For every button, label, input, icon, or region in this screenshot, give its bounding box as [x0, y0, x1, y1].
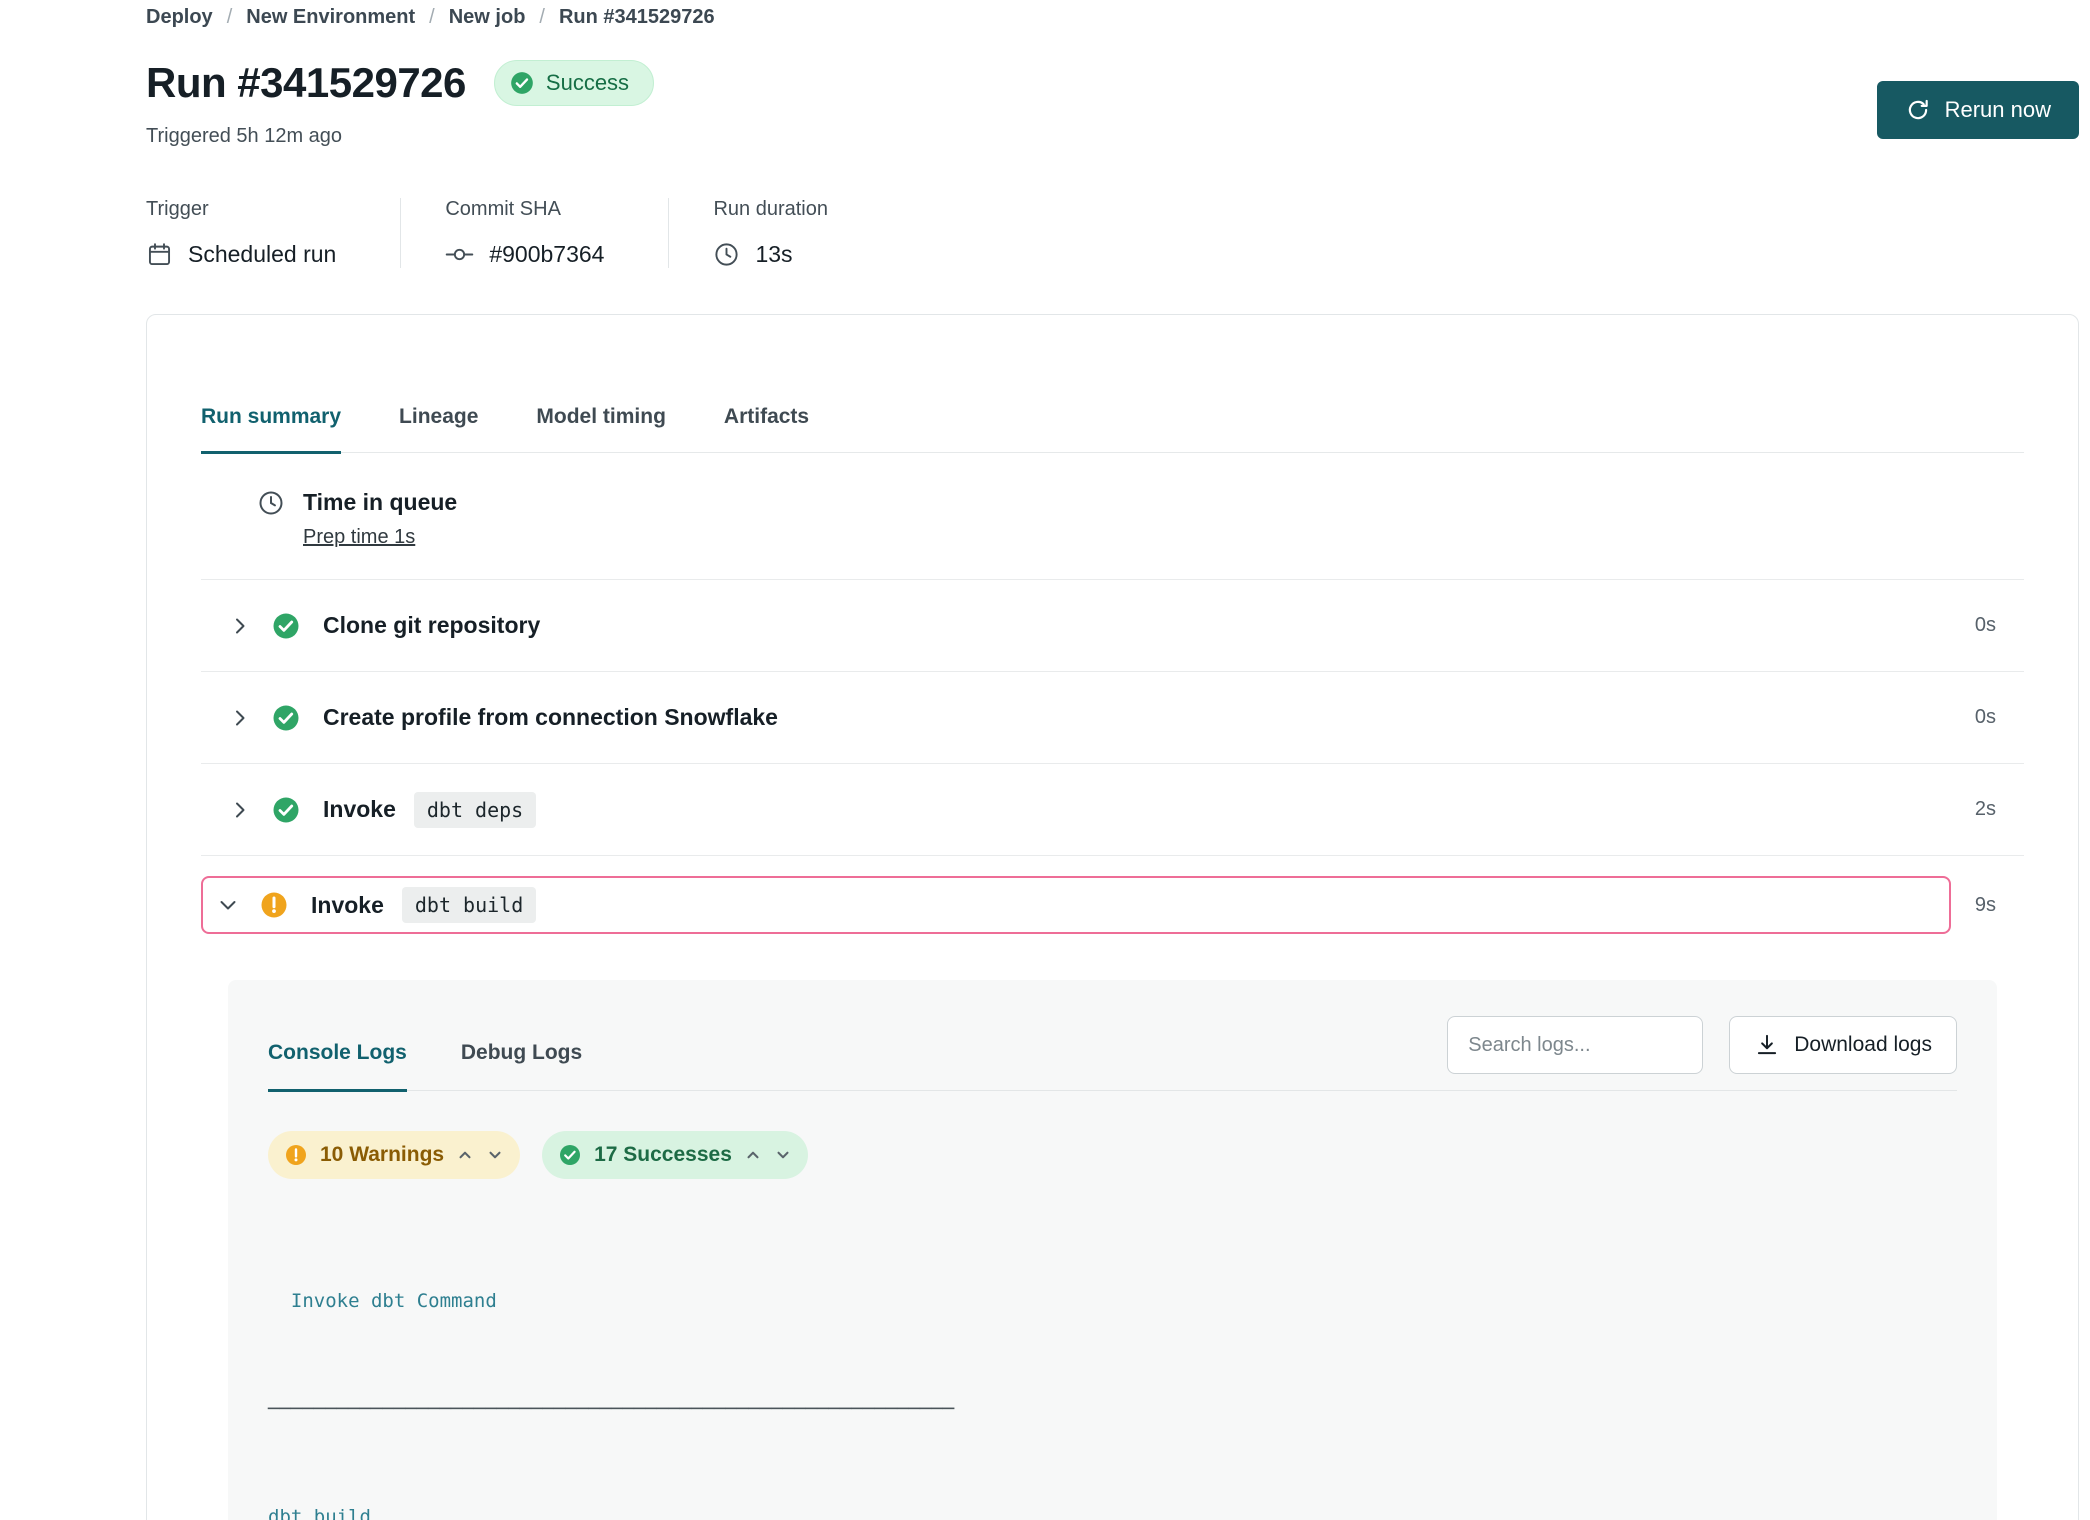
- refresh-icon: [1905, 97, 1931, 123]
- step-code-chip: dbt build: [402, 887, 536, 923]
- breadcrumb: Deploy / New Environment / New job / Run…: [146, 6, 2079, 29]
- warning-circle-icon: [284, 1143, 308, 1167]
- step-row-clone-git[interactable]: Clone git repository 0s: [201, 580, 2024, 672]
- breadcrumb-item-deploy[interactable]: Deploy: [146, 6, 213, 29]
- chevron-down-icon[interactable]: [486, 1146, 504, 1164]
- run-detail-page: Deploy / New Environment / New job / Run…: [0, 0, 2090, 1520]
- step-duration: 0s: [1975, 706, 2024, 729]
- meta-commit-value: #900b7364: [489, 241, 604, 268]
- step-label: Clone git repository: [323, 612, 540, 639]
- queue-title: Time in queue: [303, 489, 457, 516]
- rerun-button[interactable]: Rerun now: [1877, 81, 2079, 139]
- warnings-badge[interactable]: 10 Warnings: [268, 1131, 520, 1179]
- check-circle-icon: [271, 611, 301, 641]
- log-filter-pills: 10 Warnings 17 Successes: [268, 1131, 1957, 1179]
- breadcrumb-separator: /: [429, 6, 435, 29]
- status-badge: Success: [494, 60, 654, 106]
- step-duration: 0s: [1975, 614, 2024, 637]
- log-panel: Console Logs Debug Logs Download logs: [228, 980, 1997, 1520]
- breadcrumb-item-run: Run #341529726: [559, 6, 715, 29]
- breadcrumb-item-environment[interactable]: New Environment: [246, 6, 415, 29]
- successes-badge[interactable]: 17 Successes: [542, 1131, 808, 1179]
- check-circle-icon: [509, 70, 535, 96]
- status-badge-label: Success: [546, 70, 629, 96]
- meta-duration-value: 13s: [755, 241, 792, 268]
- tab-debug-logs[interactable]: Debug Logs: [461, 1041, 582, 1090]
- tab-model-timing[interactable]: Model timing: [536, 405, 666, 452]
- warnings-badge-label: 10 Warnings: [320, 1143, 444, 1167]
- meta-duration-label: Run duration: [713, 198, 828, 221]
- step-duration: 9s: [1975, 894, 2024, 917]
- download-icon: [1754, 1032, 1780, 1058]
- step-label: Create profile from connection Snowflake: [323, 704, 778, 731]
- download-logs-button[interactable]: Download logs: [1729, 1016, 1957, 1074]
- time-in-queue-section: Time in queue Prep time 1s: [201, 453, 2024, 580]
- step-code-chip: dbt deps: [414, 792, 536, 828]
- log-tabs: Console Logs Debug Logs: [268, 1041, 582, 1090]
- run-tabs: Run summary Lineage Model timing Artifac…: [201, 315, 2024, 453]
- chevron-right-icon[interactable]: [225, 614, 255, 638]
- check-circle-icon: [558, 1143, 582, 1167]
- chevron-right-icon[interactable]: [225, 706, 255, 730]
- search-logs-input[interactable]: [1447, 1016, 1703, 1074]
- tab-lineage[interactable]: Lineage: [399, 405, 478, 452]
- run-header: Run #341529726 Success Rerun now Trigger…: [146, 59, 2079, 148]
- log-line: dbt build: [268, 1499, 1957, 1520]
- step-row-dbt-build[interactable]: Invoke dbt build: [201, 876, 1951, 934]
- tab-run-summary[interactable]: Run summary: [201, 405, 341, 454]
- step-row-create-profile[interactable]: Create profile from connection Snowflake…: [201, 672, 2024, 764]
- meta-duration: Run duration 13s: [668, 198, 892, 268]
- meta-trigger-value: Scheduled run: [188, 241, 336, 268]
- step-label: Invoke: [323, 796, 396, 823]
- check-circle-icon: [271, 795, 301, 825]
- breadcrumb-separator: /: [539, 6, 545, 29]
- successes-badge-label: 17 Successes: [594, 1143, 732, 1167]
- check-circle-icon: [271, 703, 301, 733]
- run-meta: Trigger Scheduled run Commit SHA #900b73…: [146, 198, 2079, 268]
- step-duration: 2s: [1975, 798, 2024, 821]
- breadcrumb-item-job[interactable]: New job: [449, 6, 526, 29]
- chevron-up-icon[interactable]: [744, 1146, 762, 1164]
- chevron-right-icon[interactable]: [225, 798, 255, 822]
- meta-trigger: Trigger Scheduled run: [146, 198, 400, 268]
- meta-commit: Commit SHA #900b7364: [400, 198, 668, 268]
- chevron-down-icon[interactable]: [774, 1146, 792, 1164]
- log-divider-line: ────────────────────────────────────────…: [268, 1391, 1957, 1427]
- clock-icon: [713, 241, 740, 268]
- tab-artifacts[interactable]: Artifacts: [724, 405, 809, 452]
- triggered-text: Triggered 5h 12m ago: [146, 125, 2079, 148]
- meta-commit-label: Commit SHA: [445, 198, 604, 221]
- step-row-dbt-build-wrap: Invoke dbt build 9s: [201, 876, 2024, 934]
- breadcrumb-separator: /: [227, 6, 233, 29]
- chevron-up-icon[interactable]: [456, 1146, 474, 1164]
- console-log-output: Invoke dbt Command ─────────────────────…: [268, 1211, 1957, 1520]
- prep-time-link[interactable]: Prep time 1s: [303, 526, 415, 549]
- page-title: Run #341529726: [146, 59, 466, 107]
- git-commit-icon: [445, 241, 474, 268]
- tab-console-logs[interactable]: Console Logs: [268, 1041, 407, 1092]
- rerun-button-label: Rerun now: [1945, 97, 2051, 123]
- step-row-dbt-deps[interactable]: Invoke dbt deps 2s: [201, 764, 2024, 856]
- chevron-down-icon[interactable]: [213, 893, 243, 917]
- run-summary-card: Run summary Lineage Model timing Artifac…: [146, 314, 2079, 1520]
- meta-trigger-label: Trigger: [146, 198, 336, 221]
- queue-clock-icon: [257, 489, 285, 549]
- warning-circle-icon: [259, 890, 289, 920]
- calendar-icon: [146, 241, 173, 268]
- step-label: Invoke: [311, 892, 384, 919]
- download-logs-label: Download logs: [1794, 1033, 1932, 1057]
- log-line: Invoke dbt Command: [268, 1283, 1957, 1319]
